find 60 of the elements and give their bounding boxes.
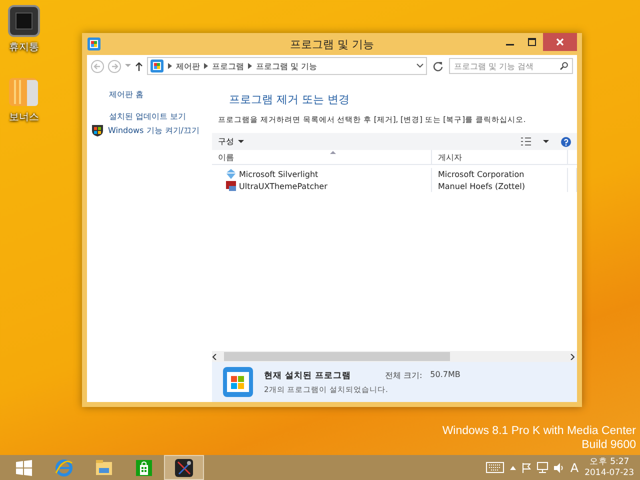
- window-title: 프로그램 및 기능: [290, 37, 374, 52]
- maximize-icon: [528, 38, 536, 46]
- column-header[interactable]: 이름: [212, 150, 432, 164]
- folder-icon: [95, 458, 113, 476]
- gem-icon: [226, 169, 236, 179]
- breadcrumb-item[interactable]: 프로그램 및 기능: [256, 60, 318, 72]
- browser-icon: [55, 458, 73, 476]
- breadcrumb-item[interactable]: 프로그램: [212, 60, 244, 72]
- speaker-icon[interactable]: [554, 462, 564, 472]
- address-bar[interactable]: 제어판 프로그램 프로그램 및 기능: [147, 57, 427, 75]
- taskbar-app[interactable]: [164, 455, 204, 480]
- dropdown-icon[interactable]: [416, 63, 424, 69]
- flag-icon[interactable]: [522, 462, 532, 472]
- sidebar-link[interactable]: 설치된 업데이트 보기: [109, 110, 186, 122]
- close-icon: [556, 38, 564, 46]
- publisher-cell: Microsoft Corporation: [432, 168, 568, 180]
- view-options-icon[interactable]: [521, 137, 531, 146]
- refresh-icon[interactable]: [431, 59, 445, 73]
- organize-button[interactable]: 구성: [218, 136, 244, 147]
- version-text: Build 9600: [582, 438, 636, 452]
- dropdown-icon: [238, 140, 244, 144]
- dropdown-icon[interactable]: [543, 140, 549, 144]
- search-icon: [560, 62, 568, 70]
- sidebar-link[interactable]: Windows 기능 켜기/끄기: [108, 124, 200, 136]
- page-heading: 프로그램 제거 또는 변경: [229, 92, 350, 107]
- window-icon: [226, 181, 236, 191]
- shield-icon: [91, 124, 104, 136]
- forward-icon[interactable]: [108, 60, 121, 72]
- help-icon[interactable]: [561, 136, 571, 146]
- sidebar-link[interactable]: 제어판 홈: [109, 88, 144, 100]
- recycle-bin-icon[interactable]: [7, 4, 41, 38]
- details-title: 현재 설치된 프로그램: [264, 370, 351, 382]
- control-panel-icon: [150, 59, 164, 73]
- version-text: Windows 8.1 Pro K with Media Center: [442, 424, 636, 438]
- search-field[interactable]: 프로그램 및 기능 검색: [449, 58, 573, 74]
- breadcrumb-item[interactable]: 제어판: [176, 60, 200, 72]
- back-icon[interactable]: [91, 60, 104, 72]
- size-label: 전체 크기:: [384, 370, 422, 380]
- horizontal-scrollbar[interactable]: [212, 351, 577, 362]
- chevron-icon: [204, 63, 208, 69]
- program-name[interactable]: Microsoft Silverlight: [212, 168, 432, 180]
- chevron-up-icon[interactable]: [510, 466, 516, 470]
- scroll-left-icon: [212, 354, 218, 360]
- programs-icon: [222, 366, 254, 398]
- column-header[interactable]: 게시자: [432, 150, 568, 164]
- close-button[interactable]: [543, 33, 577, 51]
- windows-logo-icon: [16, 460, 32, 476]
- network-icon[interactable]: [537, 462, 548, 473]
- shopping-bag-icon: [135, 458, 153, 476]
- tools-icon: [175, 458, 193, 476]
- sort-arrow-icon: [330, 150, 336, 154]
- keyboard-icon[interactable]: [486, 462, 504, 473]
- chevron-icon: [168, 63, 172, 69]
- program-name[interactable]: UltraUXThemePatcher: [212, 180, 432, 192]
- size-value: 50.7MB: [430, 370, 460, 380]
- up-arrow-icon[interactable]: [135, 62, 143, 70]
- publisher-cell: Manuel Hoefs (Zottel): [432, 180, 568, 192]
- scroll-right-icon: [569, 354, 575, 360]
- app-icon: [87, 37, 101, 51]
- chevron-icon: [248, 63, 252, 69]
